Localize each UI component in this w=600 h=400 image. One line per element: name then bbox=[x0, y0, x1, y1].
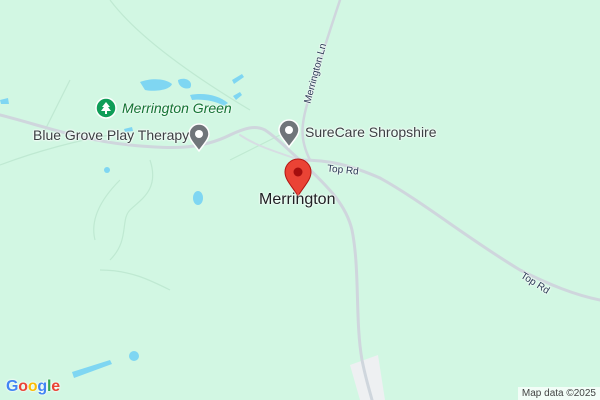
logo-letter: g bbox=[37, 378, 47, 395]
poi-label-merrington-green[interactable]: Merrington Green bbox=[122, 100, 232, 116]
road-top-rd bbox=[298, 158, 600, 302]
logo-letter: G bbox=[6, 378, 19, 395]
logo-letter: e bbox=[51, 378, 60, 395]
logo-letter: o bbox=[27, 378, 38, 395]
poi-label-surecare[interactable]: SureCare Shropshire bbox=[305, 124, 437, 140]
google-logo[interactable]: Google bbox=[6, 378, 60, 396]
water-features bbox=[0, 74, 244, 378]
poi-label-blue-grove[interactable]: Blue Grove Play Therapy bbox=[33, 127, 189, 143]
map-attribution[interactable]: Map data ©2025 bbox=[517, 387, 600, 400]
tree-icon[interactable] bbox=[95, 97, 117, 119]
place-name[interactable]: Merrington bbox=[259, 191, 335, 209]
logo-letter: o bbox=[18, 378, 28, 395]
